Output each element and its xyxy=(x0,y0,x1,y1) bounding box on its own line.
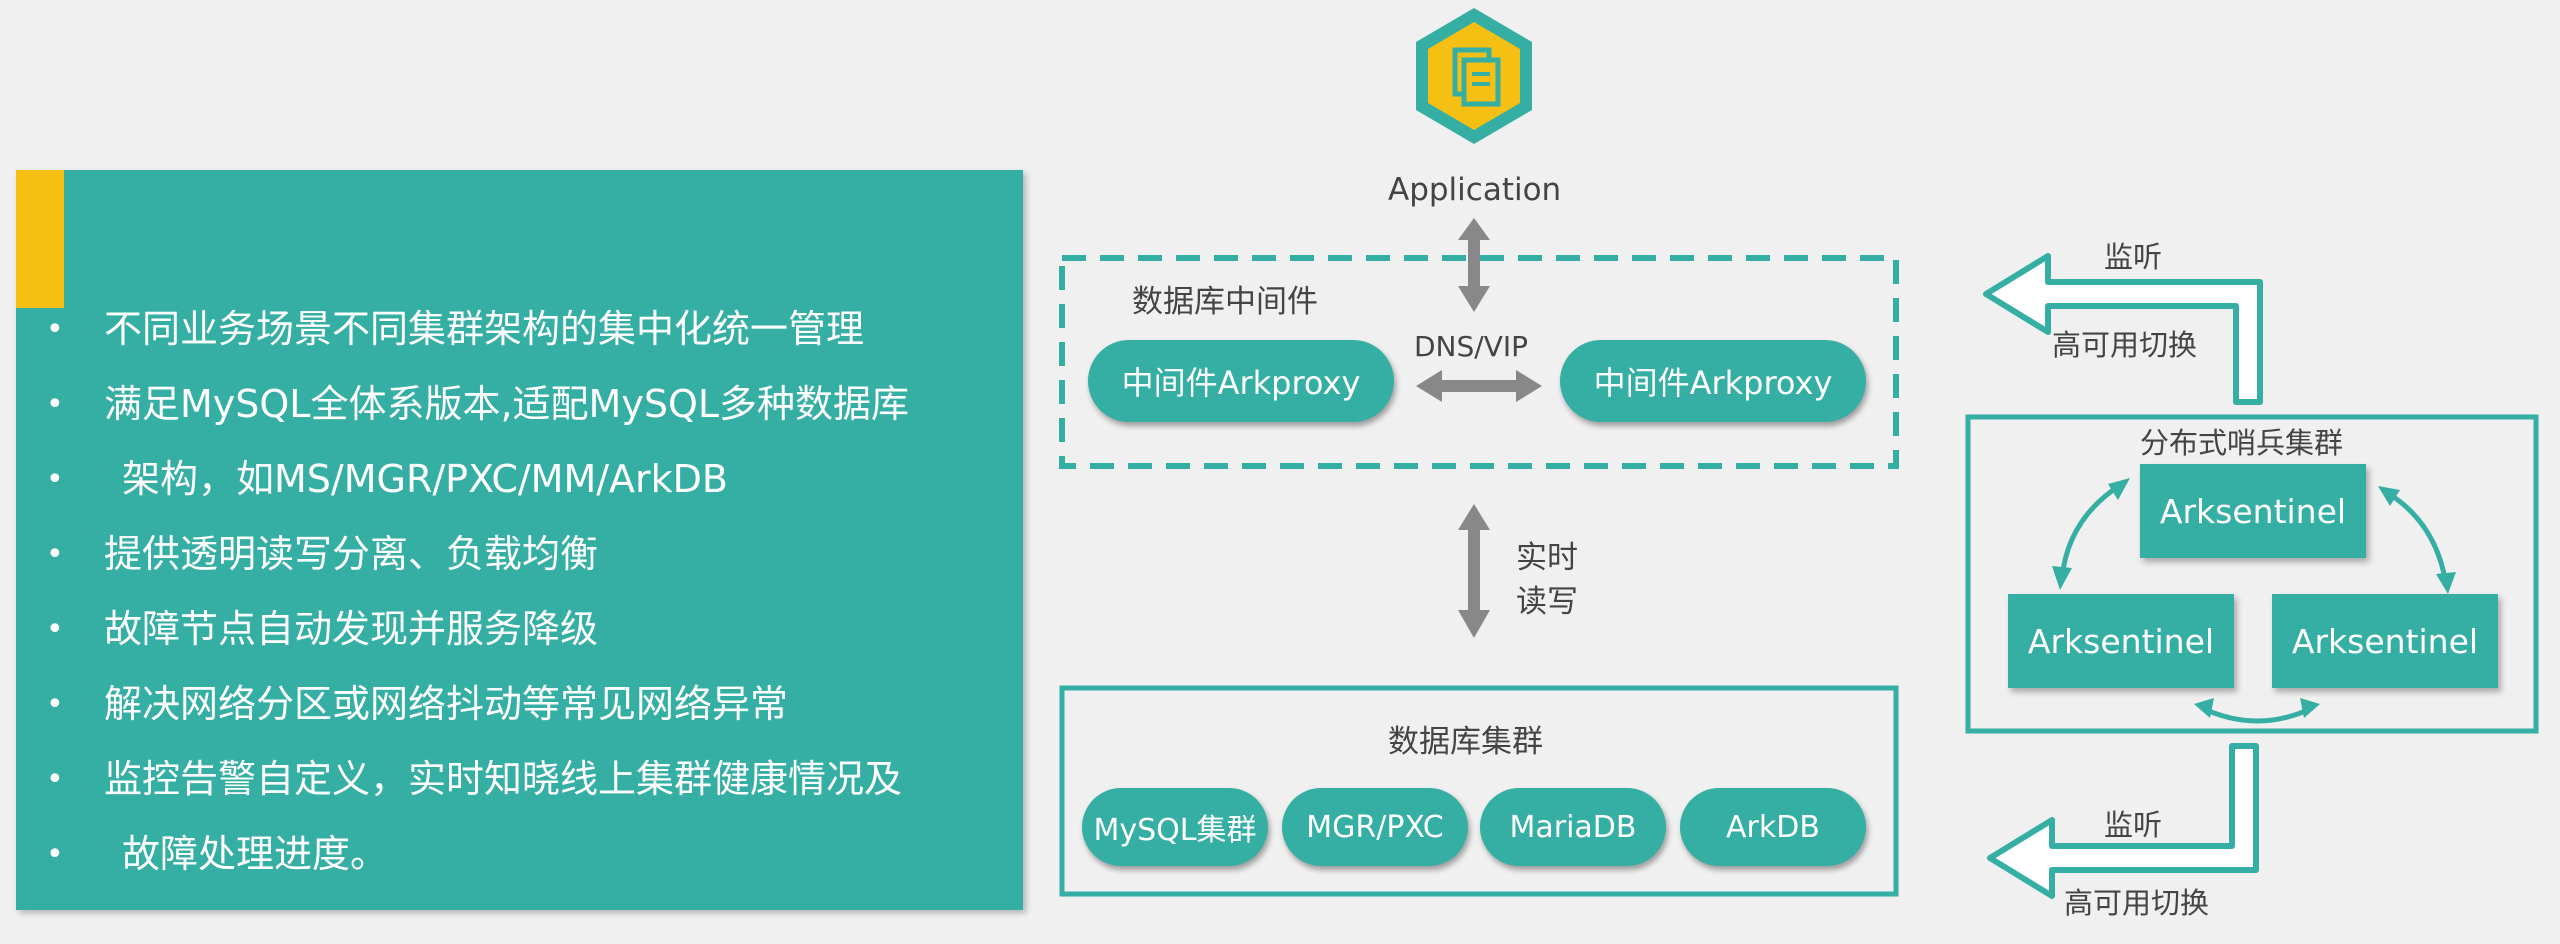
dns-vip-arrow xyxy=(1416,370,1542,402)
cluster-node-arkdb: ArkDB xyxy=(1680,788,1866,866)
realtime-readwrite-arrow xyxy=(1458,504,1490,638)
application-icon xyxy=(1416,8,1532,144)
cluster-title: 数据库集群 xyxy=(1388,724,1543,760)
sentinel-node-left: Arksentinel xyxy=(2008,594,2234,688)
sentinel-node-right: Arksentinel xyxy=(2272,594,2498,688)
readwrite-label: 读写 xyxy=(1516,584,1578,620)
middleware-title: 数据库中间件 xyxy=(1132,284,1318,320)
top-listen-label: 监听 xyxy=(2104,240,2163,274)
bottom-failover-label: 高可用切换 xyxy=(2064,886,2210,920)
cluster-node-mysql: MySQL集群 xyxy=(1082,788,1268,866)
app-middleware-arrow xyxy=(1458,218,1490,312)
proxy-node-right: 中间件Arkproxy xyxy=(1560,340,1866,422)
bottom-listen-label: 监听 xyxy=(2104,808,2163,842)
sentinel-cluster-title: 分布式哨兵集群 xyxy=(2140,426,2344,460)
top-failover-label: 高可用切换 xyxy=(2052,328,2198,362)
cluster-node-mariadb: MariaDB xyxy=(1480,788,1666,866)
dns-vip-label: DNS/VIP xyxy=(1414,330,1529,363)
cluster-node-mgr-pxc: MGR/PXC xyxy=(1282,788,1468,866)
application-label: Application xyxy=(1388,172,1562,208)
sentinel-node-top: Arksentinel xyxy=(2140,464,2366,558)
proxy-node-left: 中间件Arkproxy xyxy=(1088,340,1394,422)
realtime-label: 实时 xyxy=(1516,540,1578,576)
